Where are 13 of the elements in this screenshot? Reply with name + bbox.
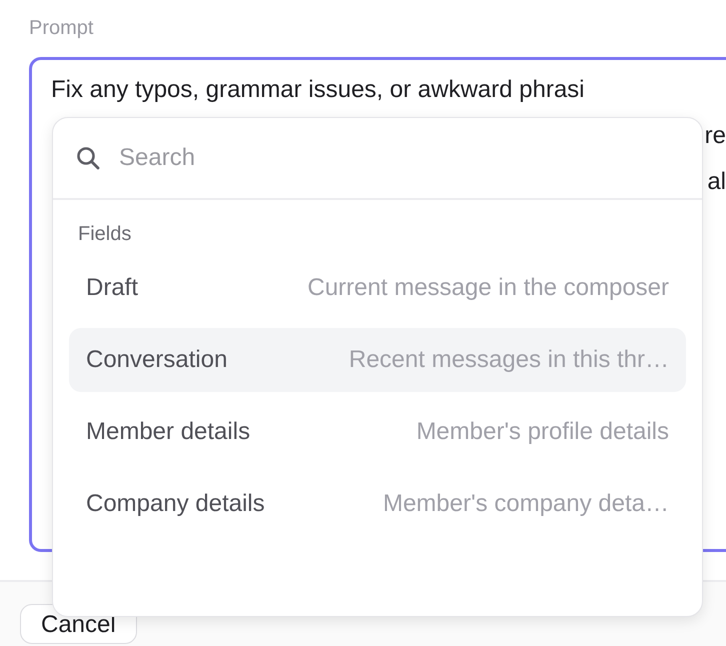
section-heading: Fields <box>78 222 132 247</box>
option-name: Member details <box>86 418 250 446</box>
option-description: Current message in the composer <box>308 274 669 302</box>
prompt-text-line: re <box>704 121 726 151</box>
option-name: Conversation <box>86 346 228 374</box>
option-description: Member's company deta… <box>382 490 669 518</box>
prompt-text-line: Fix any typos, grammar issues, or awkward phrasi <box>51 75 585 105</box>
option-name: Draft <box>86 274 138 302</box>
option-description: Member's profile details <box>416 418 669 446</box>
option-name: Company details <box>86 490 265 518</box>
prompt-text-line: al <box>707 167 726 197</box>
field-label: Prompt <box>29 16 94 41</box>
option-description: Recent messages in this thr… <box>348 346 669 374</box>
